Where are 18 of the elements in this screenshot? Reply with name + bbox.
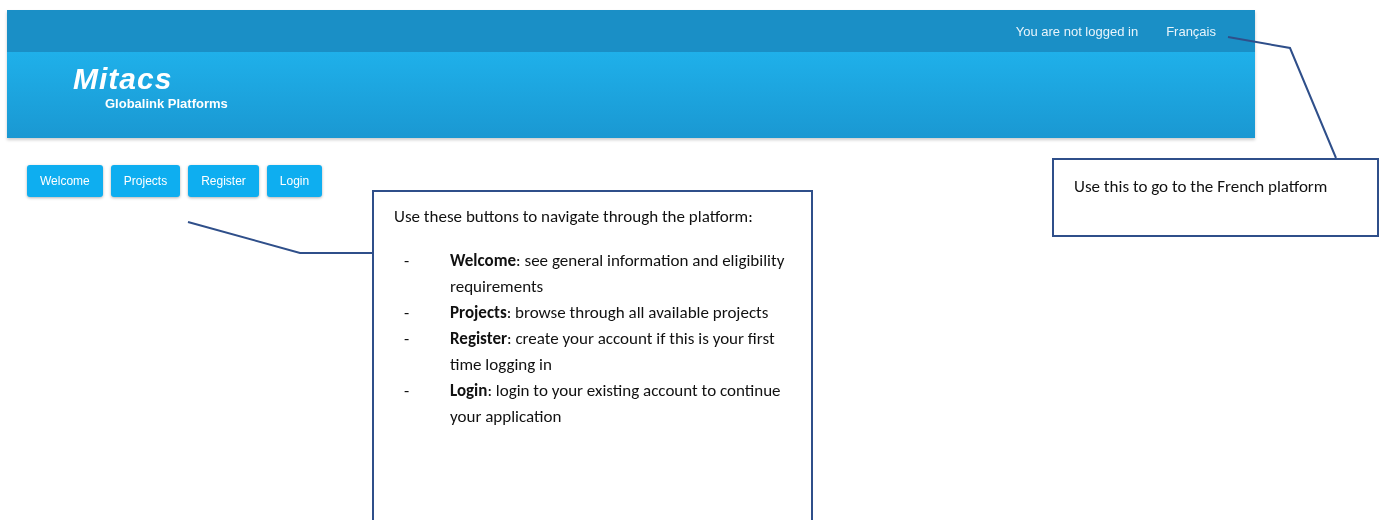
bullet-dash: -: [403, 327, 411, 351]
list-item-text: Login: login to your existing account to continue your application: [450, 379, 782, 429]
callout-text: Use this to go to the French platform: [1074, 175, 1329, 199]
login-status: You are not logged in: [1015, 23, 1139, 39]
list-item-text: Projects: browse through all available projects: [450, 301, 769, 325]
bullet-dash: -: [403, 301, 411, 325]
bullet-dash: -: [403, 249, 411, 273]
language-link[interactable]: Français: [1166, 23, 1216, 39]
callout-text: Use these buttons to navigate through the platform:: [394, 205, 754, 229]
bullet-dash: -: [403, 379, 411, 403]
nav-button[interactable]: Projects: [110, 165, 181, 197]
logo-subtitle: Globalink Platforms: [105, 96, 229, 111]
nav-button[interactable]: Welcome: [27, 165, 103, 197]
list-item-text: Welcome: see general information and eligibility requirements: [450, 249, 786, 299]
nav-button[interactable]: Register: [188, 165, 259, 197]
list-item-text: Register: create your account if this is your first time logging in: [450, 327, 776, 377]
nav-button[interactable]: Login: [266, 165, 323, 197]
logo: Mitacs: [73, 62, 174, 96]
